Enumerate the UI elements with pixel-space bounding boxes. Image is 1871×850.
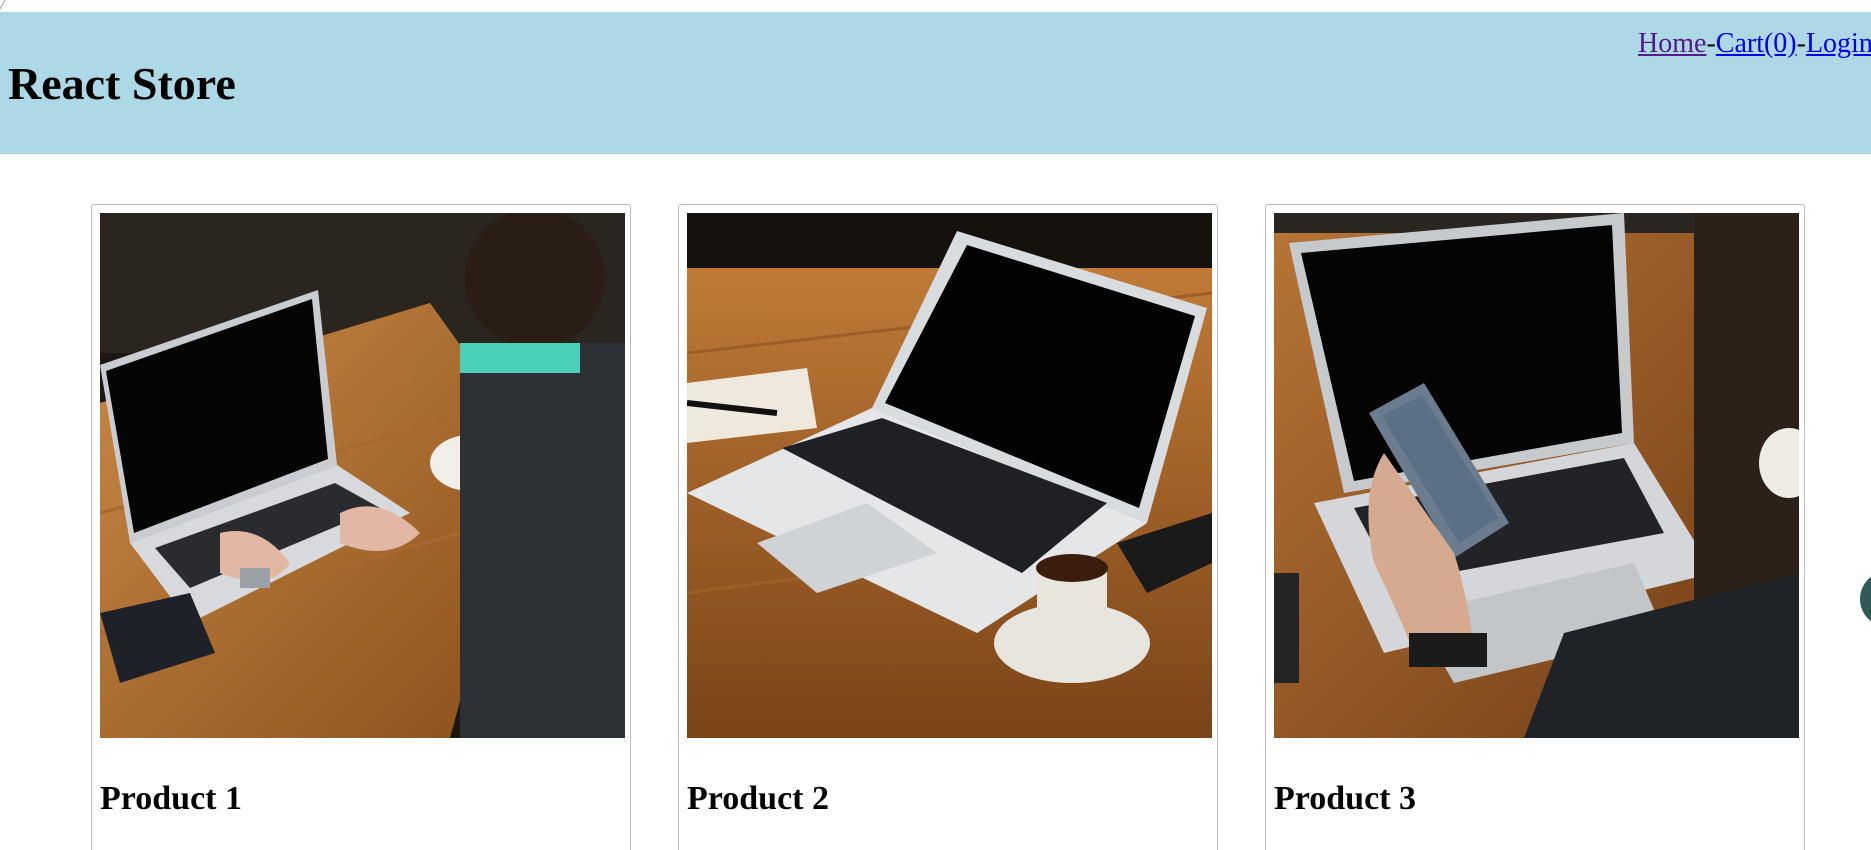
window-corner-mark: [0, 0, 14, 9]
nav-home-link[interactable]: Home: [1638, 28, 1706, 59]
laptop-phone-photo[interactable]: [1274, 213, 1799, 738]
floating-action-button[interactable]: [1860, 571, 1871, 627]
laptop-typing-photo[interactable]: [100, 213, 625, 738]
site-header: React Store Home-Cart(0)-Login: [0, 12, 1871, 154]
nav-cart-link[interactable]: Cart(0): [1716, 28, 1797, 59]
product-card[interactable]: Product 3: [1265, 204, 1805, 850]
nav-separator: -: [1706, 28, 1716, 59]
product-name: Product 2: [687, 780, 829, 817]
product-card[interactable]: Product 2: [678, 204, 1218, 850]
product-name: Product 3: [1274, 780, 1416, 817]
top-nav: Home-Cart(0)-Login: [1638, 26, 1871, 62]
product-name: Product 1: [100, 780, 242, 817]
product-card[interactable]: Product 1: [91, 204, 631, 850]
nav-login-link[interactable]: Login: [1806, 28, 1871, 59]
laptop-coffee-photo[interactable]: [687, 213, 1212, 738]
nav-separator: -: [1796, 28, 1806, 59]
store-title: React Store: [8, 58, 236, 109]
